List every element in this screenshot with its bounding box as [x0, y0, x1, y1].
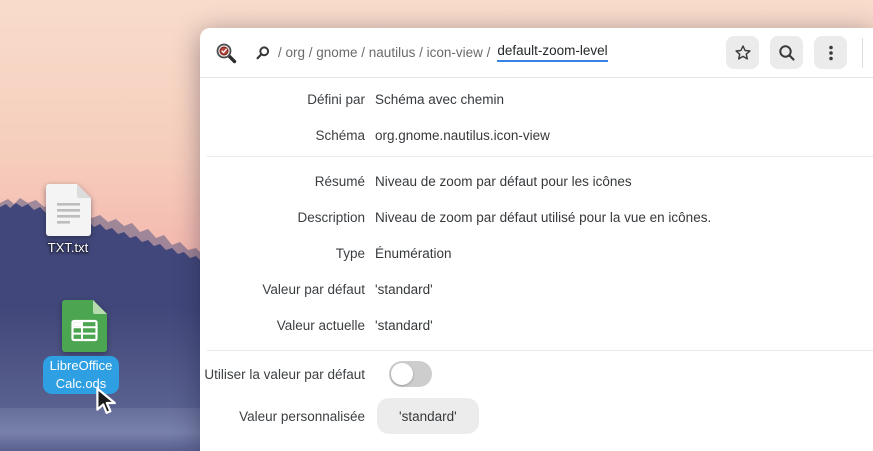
- breadcrumb[interactable]: / org / gnome / nautilus / icon-view / d…: [255, 43, 608, 62]
- property-value: 'standard': [375, 318, 433, 333]
- property-row-summary: Résumé Niveau de zoom par défaut pour le…: [200, 163, 873, 199]
- toggle-knob: [391, 363, 413, 385]
- menu-button[interactable]: [814, 36, 847, 69]
- property-row-defined-by: Défini par Schéma avec chemin: [200, 81, 873, 117]
- custom-value-dropdown[interactable]: 'standard': [377, 398, 479, 434]
- property-label: Défini par: [200, 92, 365, 107]
- pathbar-search-icon: [255, 45, 271, 61]
- divider: [207, 350, 873, 351]
- property-value: Schéma avec chemin: [375, 92, 504, 107]
- spreadsheet-file-icon: [62, 300, 107, 352]
- desktop-icon-label: TXT.txt: [28, 240, 108, 255]
- use-default-toggle[interactable]: [389, 361, 432, 387]
- mouse-cursor: [95, 387, 119, 415]
- magnifier-icon: [777, 43, 797, 63]
- key-properties-panel: Défini par Schéma avec chemin Schéma org…: [200, 78, 873, 451]
- screen: TXT.txt LibreOffice Calc.ods: [0, 0, 873, 451]
- property-row-current-value: Valeur actuelle 'standard': [200, 307, 873, 343]
- property-row-default-value: Valeur par défaut 'standard': [200, 271, 873, 307]
- property-value: Niveau de zoom par défaut pour les icône…: [375, 174, 632, 189]
- property-row-type: Type Énumération: [200, 235, 873, 271]
- breadcrumb-current-key[interactable]: default-zoom-level: [497, 43, 607, 62]
- property-label: Schéma: [200, 128, 365, 143]
- property-label: Valeur par défaut: [200, 282, 365, 297]
- bookmark-button[interactable]: [726, 36, 759, 69]
- property-label: Description: [200, 210, 365, 225]
- property-value: Énumération: [375, 246, 452, 261]
- headerbar-separator: [862, 38, 863, 68]
- breadcrumb-parent-path[interactable]: / org / gnome / nautilus / icon-view /: [278, 45, 490, 60]
- property-label: Type: [200, 246, 365, 261]
- dconf-editor-window: / org / gnome / nautilus / icon-view / d…: [200, 28, 873, 451]
- property-label: Résumé: [200, 174, 365, 189]
- desktop-icon-txt-file[interactable]: TXT.txt: [46, 184, 91, 236]
- toggle-label: Utiliser la valeur par défaut: [200, 367, 365, 382]
- calc-label-line1: LibreOffice: [43, 357, 119, 375]
- custom-value-label: Valeur personnalisée: [200, 409, 365, 424]
- text-file-icon: [46, 184, 91, 236]
- use-default-value-row: Utiliser la valeur par défaut: [200, 355, 873, 393]
- custom-value-row: Valeur personnalisée 'standard': [200, 393, 873, 439]
- divider: [207, 156, 873, 157]
- vertical-dots-icon: [821, 43, 841, 63]
- property-row-schema: Schéma org.gnome.nautilus.icon-view: [200, 117, 873, 153]
- property-value: Niveau de zoom par défaut utilisé pour l…: [375, 210, 711, 225]
- property-value: org.gnome.nautilus.icon-view: [375, 128, 550, 143]
- property-value: 'standard': [375, 282, 433, 297]
- search-button[interactable]: [770, 36, 803, 69]
- headerbar: / org / gnome / nautilus / icon-view / d…: [200, 28, 873, 78]
- property-label: Valeur actuelle: [200, 318, 365, 333]
- property-row-description: Description Niveau de zoom par défaut ut…: [200, 199, 873, 235]
- desktop-icon-calc-file[interactable]: [62, 300, 107, 352]
- dconf-editor-app-icon: [214, 41, 238, 65]
- star-icon: [733, 43, 753, 63]
